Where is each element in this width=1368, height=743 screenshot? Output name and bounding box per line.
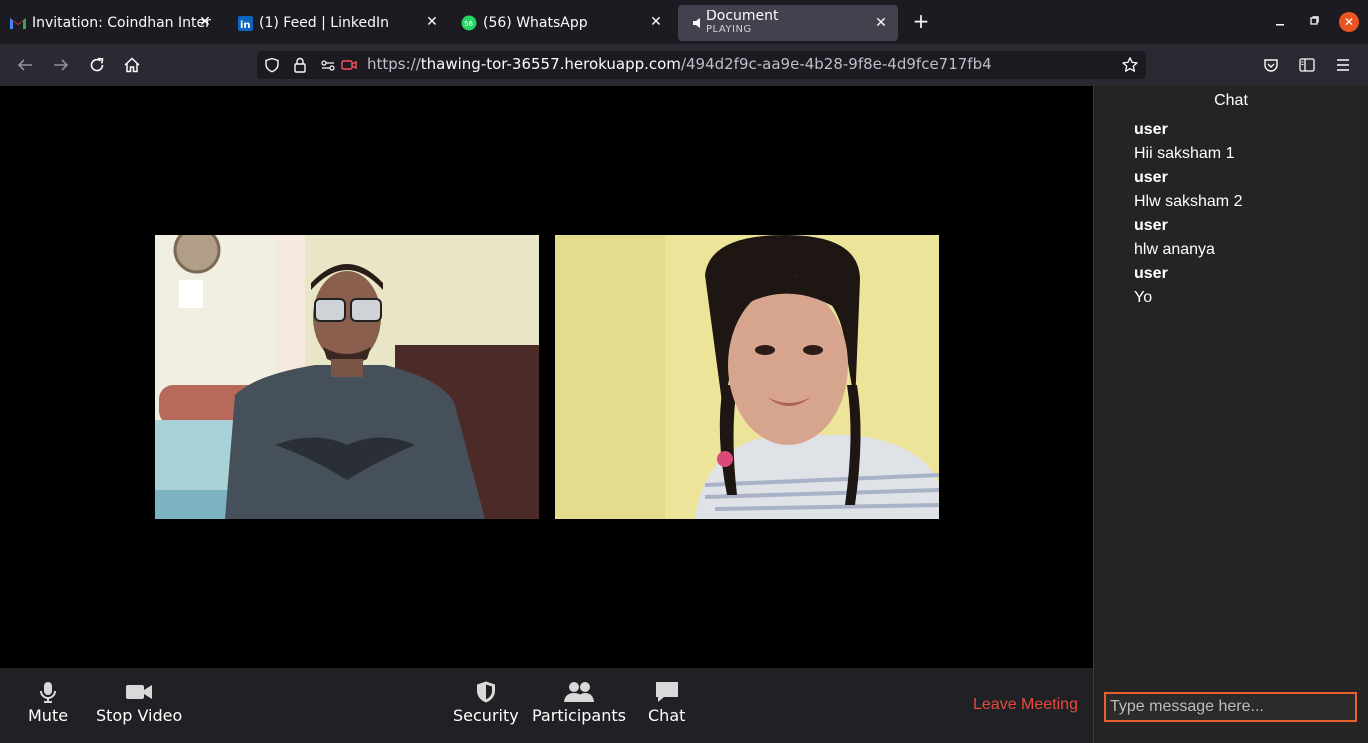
- home-icon[interactable]: [121, 54, 143, 76]
- pocket-icon[interactable]: [1260, 54, 1282, 76]
- tab-playing-label: PLAYING: [706, 24, 752, 35]
- participants-icon: [563, 682, 594, 702]
- message-author: user: [1134, 265, 1168, 282]
- whatsapp-badge: 56: [464, 20, 473, 28]
- message-author: user: [1134, 169, 1168, 186]
- video-grid: [0, 86, 1093, 668]
- svg-text:in: in: [240, 20, 251, 31]
- chat-bubble-icon: [655, 682, 678, 702]
- message-text: Hlw saksham 2: [1134, 193, 1243, 210]
- video-tile-participant-2: [555, 235, 939, 519]
- participants-label: Participants: [532, 706, 626, 725]
- camera-in-use-icon[interactable]: [340, 56, 358, 74]
- video-tile-participant-1: [155, 235, 539, 519]
- close-tab-icon[interactable]: ✕: [423, 13, 441, 31]
- tab-title: Invitation: Coindhan Inter: [32, 15, 211, 31]
- message-text: hlw ananya: [1134, 241, 1215, 258]
- forward-arrow-icon[interactable]: [50, 54, 72, 76]
- close-window-button[interactable]: ✕: [1339, 12, 1359, 32]
- message-author: user: [1134, 121, 1168, 138]
- stop-video-button[interactable]: Stop Video: [96, 680, 182, 725]
- tab-linkedin[interactable]: in (1) Feed | LinkedIn ✕: [227, 4, 449, 42]
- message-text: Hii saksham 1: [1134, 145, 1235, 162]
- close-tab-icon[interactable]: ✕: [196, 13, 214, 31]
- bookmark-star-icon[interactable]: [1121, 56, 1139, 74]
- message-author: user: [1134, 217, 1168, 234]
- chat-panel: Chat user Hii saksham 1 user Hlw saksham…: [1093, 86, 1368, 743]
- shield-icon: [476, 681, 495, 703]
- mute-button[interactable]: Mute: [28, 680, 68, 725]
- gmail-icon: [10, 15, 26, 31]
- tab-whatsapp[interactable]: 56 (56) WhatsApp ✕: [451, 4, 673, 42]
- whatsapp-icon: 56: [461, 15, 477, 31]
- minimize-button[interactable]: [1270, 12, 1290, 32]
- restore-button[interactable]: [1304, 12, 1324, 32]
- stop-video-label: Stop Video: [96, 706, 183, 725]
- video-camera-icon: [126, 685, 153, 699]
- meeting-toolbar: Mute Stop Video Security Participants Ch…: [0, 668, 1093, 743]
- reload-icon[interactable]: [86, 54, 108, 76]
- speaker-icon[interactable]: [692, 15, 704, 31]
- chat-label: Chat: [648, 706, 686, 725]
- tab-document[interactable]: Document PLAYING ✕: [678, 5, 898, 41]
- tab-title: (56) WhatsApp: [483, 15, 588, 31]
- url-host: thawing-tor-36557.herokuapp.com: [420, 55, 681, 73]
- chat-title: Chat: [1214, 92, 1248, 109]
- close-tab-icon[interactable]: ✕: [872, 14, 890, 32]
- mute-label: Mute: [28, 706, 69, 725]
- url-scheme: https://: [367, 55, 421, 73]
- lock-icon[interactable]: [291, 56, 309, 74]
- security-label: Security: [453, 706, 519, 725]
- url-text[interactable]: https://thawing-tor-36557.herokuapp.com/…: [367, 55, 992, 73]
- permissions-icon[interactable]: [319, 56, 337, 74]
- tab-gmail[interactable]: Invitation: Coindhan Inter ✕: [0, 4, 222, 42]
- tab-strip: Invitation: Coindhan Inter ✕ in (1) Feed…: [0, 0, 1368, 44]
- new-tab-button[interactable]: +: [910, 10, 932, 32]
- security-button[interactable]: Security: [453, 680, 519, 725]
- chat-message-input[interactable]: [1104, 692, 1357, 722]
- participants-button[interactable]: Participants: [532, 680, 626, 725]
- close-tab-icon[interactable]: ✕: [647, 13, 665, 31]
- message-text: Yo: [1134, 289, 1153, 306]
- shield-icon[interactable]: [263, 56, 281, 74]
- tab-title: Document: [706, 10, 779, 23]
- sidebar-icon[interactable]: [1296, 54, 1318, 76]
- linkedin-icon: in: [237, 15, 253, 31]
- url-path: /494d2f9c-aa9e-4b28-9f8e-4d9fce717fb4: [680, 55, 992, 73]
- microphone-icon: [40, 682, 57, 703]
- participant-1-video: [155, 235, 539, 519]
- participant-2-video: [555, 235, 939, 519]
- navigation-bar: https://thawing-tor-36557.herokuapp.com/…: [0, 44, 1368, 86]
- tab-title: (1) Feed | LinkedIn: [259, 15, 389, 31]
- menu-icon[interactable]: [1332, 54, 1354, 76]
- url-bar[interactable]: https://thawing-tor-36557.herokuapp.com/…: [257, 51, 1146, 79]
- chat-messages: user Hii saksham 1 user Hlw saksham 2 us…: [1134, 120, 1242, 312]
- leave-meeting-button[interactable]: Leave Meeting: [973, 696, 1078, 714]
- back-arrow-icon[interactable]: [14, 54, 36, 76]
- chat-button[interactable]: Chat: [648, 680, 685, 725]
